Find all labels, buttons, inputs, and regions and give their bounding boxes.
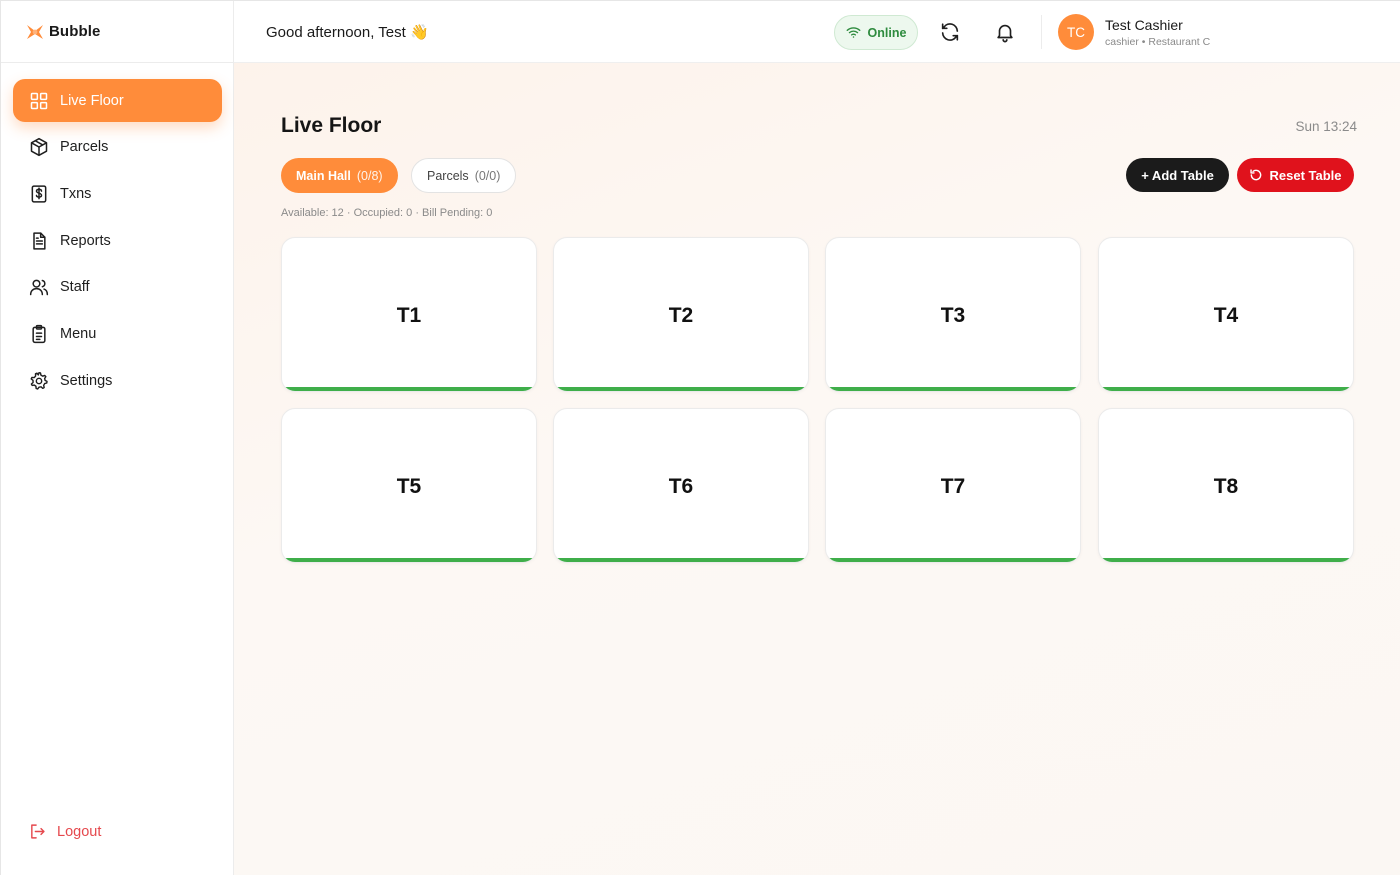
sidebar-nav: Live Floor Parcels Txns Reports Staff Me… [13, 79, 222, 406]
refresh-icon [941, 23, 959, 41]
sidebar-item-label: Reports [60, 232, 111, 249]
brand-name: Bubble [49, 23, 101, 40]
gear-icon [29, 371, 49, 391]
users-icon [29, 277, 49, 297]
tab-parcels[interactable]: Parcels (0/0) [411, 158, 517, 193]
greeting: Good afternoon, Test 👋 [266, 24, 429, 41]
table-label: T5 [396, 475, 422, 498]
table-status-bar [554, 387, 808, 391]
table-status-bar [554, 558, 808, 562]
table-status-bar [282, 387, 536, 391]
table-card-t3[interactable]: T3 [825, 237, 1081, 392]
table-status-bar [826, 387, 1080, 391]
avatar[interactable]: TC [1058, 14, 1094, 50]
refresh-button[interactable] [939, 21, 961, 43]
document-icon [29, 231, 49, 251]
sidebar-item-label: Parcels [60, 139, 109, 156]
table-card-t2[interactable]: T2 [553, 237, 809, 392]
user-role-restaurant: cashier • Restaurant C [1105, 36, 1211, 48]
tab-label: Main Hall [296, 168, 351, 183]
sidebar: Bubble Live Floor Parcels Txns Reports S… [1, 1, 234, 875]
sidebar-item-label: Menu [60, 325, 97, 342]
app-window: Bubble Live Floor Parcels Txns Reports S… [0, 0, 1400, 875]
sidebar-item-label: Settings [60, 372, 113, 389]
tab-main-hall[interactable]: Main Hall (0/8) [281, 158, 398, 193]
sidebar-item-staff[interactable]: Staff [13, 266, 222, 309]
reset-table-button[interactable]: Reset Table [1237, 158, 1354, 192]
sidebar-item-settings[interactable]: Settings [13, 359, 222, 402]
online-status-label: Online [867, 25, 907, 40]
sidebar-item-label: Txns [60, 185, 92, 202]
add-table-button[interactable]: + Add Table [1126, 158, 1229, 192]
table-card-t6[interactable]: T6 [553, 408, 809, 563]
header-divider [1041, 15, 1042, 49]
table-status-bar [1099, 387, 1353, 391]
table-status-bar [1099, 558, 1353, 562]
sidebar-item-reports[interactable]: Reports [13, 219, 222, 262]
main-content: Good afternoon, Test 👋 Online TC Test Ca… [234, 1, 1400, 875]
package-icon [29, 137, 49, 157]
table-label: T8 [1213, 475, 1239, 498]
table-card-t8[interactable]: T8 [1098, 408, 1354, 563]
top-bar: Good afternoon, Test 👋 Online TC Test Ca… [234, 1, 1400, 63]
sidebar-item-label: Live Floor [60, 92, 124, 109]
wifi-icon [846, 27, 860, 38]
table-status-summary: Available: 12 · Occupied: 0 · Bill Pendi… [281, 207, 493, 219]
brand[interactable]: Bubble [1, 1, 234, 63]
clipboard-icon [29, 324, 49, 344]
logout-icon [31, 824, 45, 839]
tab-count: (0/8) [356, 168, 383, 183]
bell-icon [997, 24, 1013, 43]
current-time: Sun 13:24 [1295, 119, 1357, 134]
page-title: Live Floor [281, 114, 382, 137]
reset-icon [1250, 169, 1262, 181]
reset-table-label: Reset Table [1269, 167, 1342, 183]
logout-label: Logout [57, 823, 102, 840]
table-card-t1[interactable]: T1 [281, 237, 537, 392]
tab-label: Parcels [427, 168, 469, 183]
table-status-bar [282, 558, 536, 562]
bubble-logo-icon [27, 24, 43, 39]
table-card-t4[interactable]: T4 [1098, 237, 1354, 392]
table-label: T7 [940, 475, 966, 498]
logout-button[interactable]: Logout [29, 823, 101, 840]
sidebar-item-parcels[interactable]: Parcels [13, 126, 222, 169]
sidebar-item-live-floor[interactable]: Live Floor [13, 79, 222, 122]
table-label: T3 [940, 304, 966, 327]
dollar-receipt-icon [29, 184, 49, 204]
table-label: T1 [396, 304, 422, 327]
tab-count: (0/0) [474, 168, 501, 183]
table-card-t7[interactable]: T7 [825, 408, 1081, 563]
online-status-badge: Online [834, 15, 918, 50]
table-label: T4 [1213, 304, 1239, 327]
grid-icon [29, 91, 49, 111]
table-card-t5[interactable]: T5 [281, 408, 537, 563]
sidebar-item-txns[interactable]: Txns [13, 172, 222, 215]
sidebar-item-label: Staff [60, 279, 90, 296]
table-label: T6 [668, 475, 694, 498]
table-label: T2 [668, 304, 694, 327]
user-name: Test Cashier [1105, 17, 1183, 33]
sidebar-item-menu[interactable]: Menu [13, 312, 222, 355]
notifications-button[interactable] [994, 21, 1016, 43]
table-status-bar [826, 558, 1080, 562]
